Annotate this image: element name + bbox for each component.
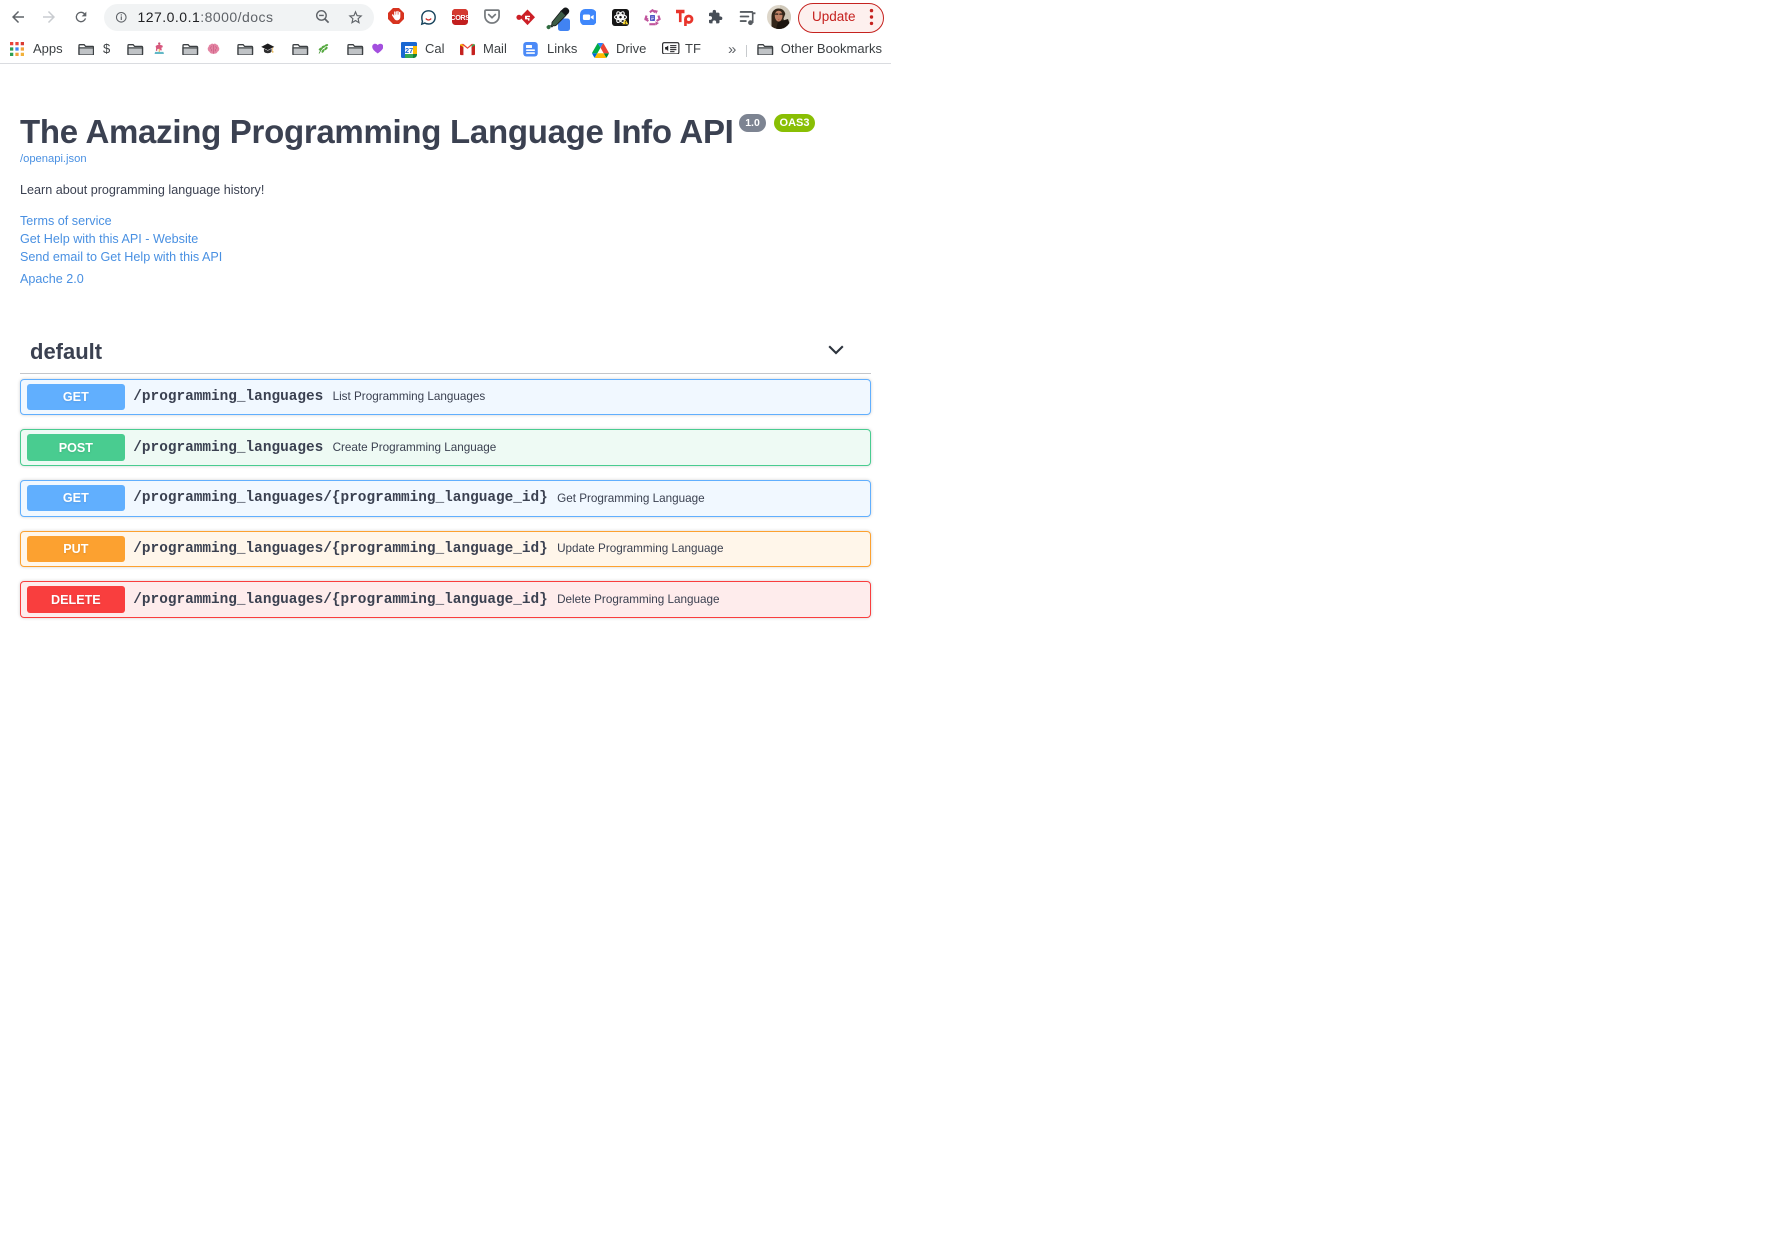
svg-text:CORS: CORS xyxy=(452,13,468,22)
svg-text:27: 27 xyxy=(405,45,413,54)
